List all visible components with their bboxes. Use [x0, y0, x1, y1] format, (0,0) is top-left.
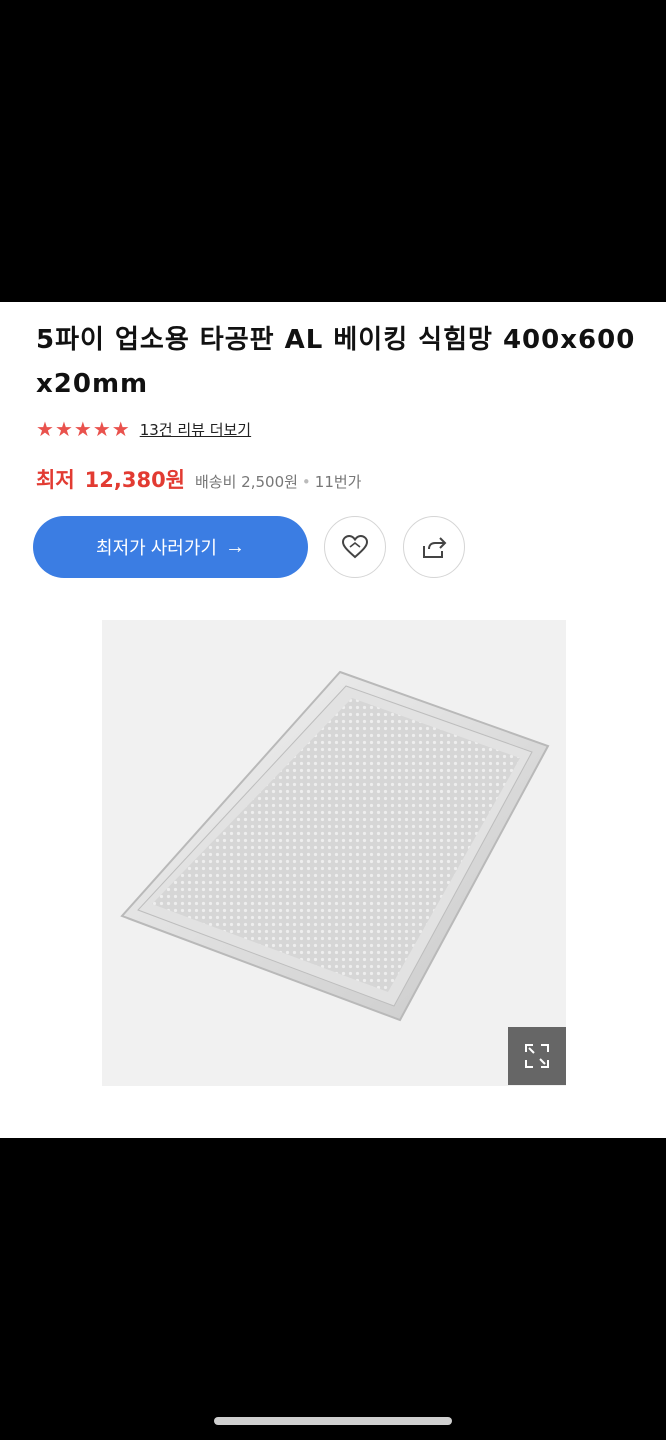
- star-rating: ★ ★ ★ ★ ★: [36, 419, 130, 439]
- buy-button-label: 최저가 사러가기: [96, 538, 217, 558]
- half-star-icon: ★: [111, 417, 130, 441]
- expand-icon: [525, 1044, 549, 1068]
- expand-button[interactable]: [508, 1027, 566, 1085]
- separator: •: [301, 473, 311, 491]
- star-icon: ★: [54, 417, 73, 441]
- price-row: 최저 12,380원 배송비 2,500원 • 11번가: [36, 464, 361, 494]
- wishlist-button[interactable]: [324, 516, 386, 578]
- buy-lowest-price-button[interactable]: 최저가 사러가기 →: [33, 516, 308, 578]
- star-icon: ★: [92, 417, 111, 441]
- share-icon: [423, 537, 447, 558]
- top-black-area: [0, 0, 666, 302]
- price-label: 최저: [36, 468, 75, 492]
- home-indicator[interactable]: [214, 1417, 452, 1425]
- shipping-fee: 배송비 2,500원: [195, 473, 298, 491]
- product-title: 5파이 업소용 타공판 AL 베이킹 식힘망 400x600x20mm: [36, 325, 636, 399]
- star-icon: ★: [73, 417, 92, 441]
- price-value: 12,380원: [84, 468, 185, 492]
- product-image[interactable]: [102, 620, 566, 1086]
- arrow-right-icon: →: [224, 535, 245, 558]
- bottom-black-area: [0, 1138, 666, 1440]
- star-icon: ★: [36, 417, 54, 441]
- share-button[interactable]: [403, 516, 465, 578]
- store-name: 11번가: [314, 473, 362, 491]
- product-card: 5파이 업소용 타공판 AL 베이킹 식힘망 400x600x20mm ★ ★ …: [0, 302, 666, 1138]
- rating-row: ★ ★ ★ ★ ★ 13건 리뷰 더보기: [36, 417, 251, 441]
- heart-icon: [341, 534, 369, 559]
- review-link[interactable]: 13건 리뷰 더보기: [140, 419, 251, 440]
- perforated-tray-image: [120, 670, 550, 1022]
